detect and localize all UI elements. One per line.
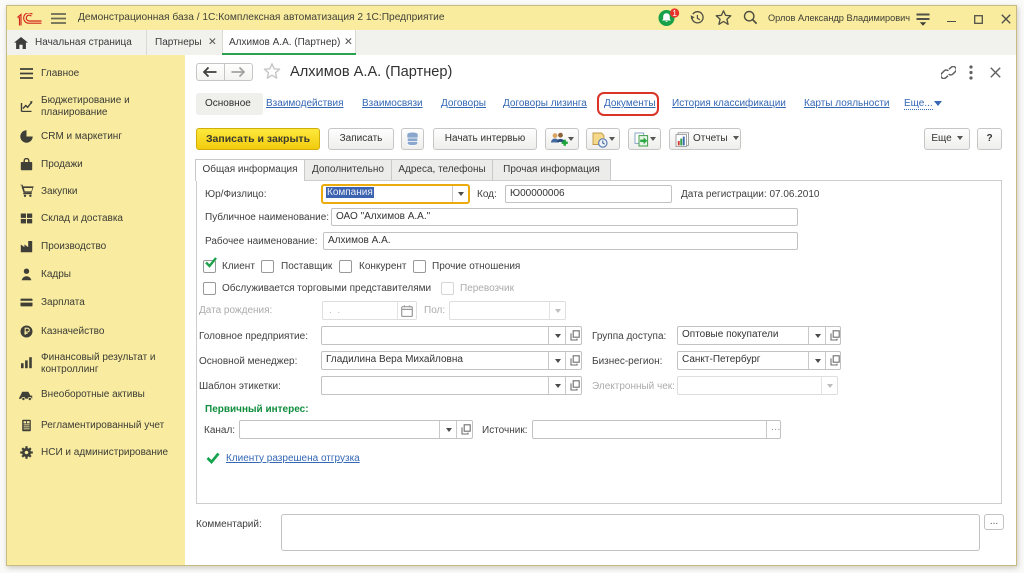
svg-text:1: 1 [672, 8, 677, 18]
